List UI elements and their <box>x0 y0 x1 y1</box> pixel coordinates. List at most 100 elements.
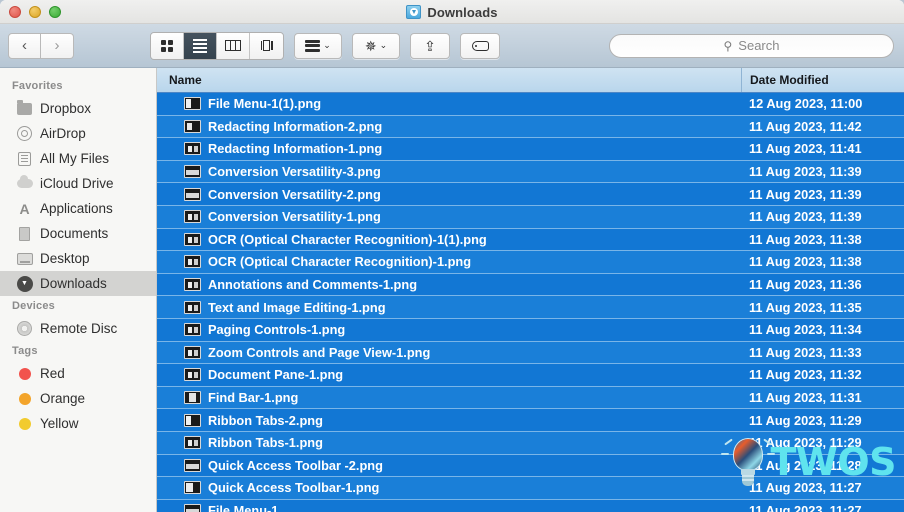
sidebar-item-downloads[interactable]: Downloads <box>0 271 156 296</box>
file-name-cell: Paging Controls-1.png <box>157 322 741 337</box>
file-name-label: Quick Access Toolbar -2.png <box>208 457 383 473</box>
chevron-down-icon: ⌄ <box>323 40 331 50</box>
file-thumbnail-icon <box>184 278 201 292</box>
table-row[interactable]: Redacting Information-1.png 11 Aug 2023, … <box>157 138 904 161</box>
downloads-folder-icon <box>406 5 422 19</box>
file-name-label: Document Pane-1.png <box>208 367 344 383</box>
table-row[interactable]: Text and Image Editing-1.png 11 Aug 2023,… <box>157 296 904 319</box>
sidebar-item-applications[interactable]: A Applications <box>0 196 156 221</box>
table-row[interactable]: Find Bar-1.png 11 Aug 2023, 11:31 <box>157 386 904 410</box>
table-row[interactable]: Conversion Versatility-1.png 11 Aug 2023,… <box>157 205 904 229</box>
table-row[interactable]: OCR (Optical Character Recognition)-1(1)… <box>157 228 904 252</box>
desktop-icon <box>16 251 33 266</box>
list-view-button[interactable] <box>184 32 217 59</box>
column-header-name[interactable]: Name <box>157 73 741 87</box>
table-row[interactable]: Conversion Versatility-3.png 11 Aug 2023,… <box>157 160 904 184</box>
search-field[interactable]: ⚲ Search <box>609 33 894 58</box>
file-date-cell: 11 Aug 2023, 11:41 <box>749 141 862 157</box>
file-date-cell: 11 Aug 2023, 11:38 <box>749 254 862 270</box>
file-name-label: Zoom Controls and Page View-1.png <box>208 344 431 360</box>
sidebar-item-label: Documents <box>40 226 109 241</box>
finder-window: Downloads ‹ › ⌄ ✵ ⌄ ⇪ ⚲ Search Favorites… <box>0 0 904 512</box>
table-row[interactable]: Document Pane-1.png 11 Aug 2023, 11:32 <box>157 364 904 387</box>
sidebar-item-yellow[interactable]: Yellow <box>0 411 156 436</box>
column-header-date-modified[interactable]: Date Modified <box>741 68 904 92</box>
gallery-view-button[interactable] <box>250 32 283 59</box>
file-date-cell: 11 Aug 2023, 11:32 <box>749 367 862 383</box>
arrange-button[interactable]: ⌄ <box>294 32 342 59</box>
gear-icon: ✵ <box>364 37 377 54</box>
sidebar-item-icloud-drive[interactable]: iCloud Drive <box>0 171 156 196</box>
file-date-cell: 11 Aug 2023, 11:29 <box>749 412 862 428</box>
sidebar-section-header: Tags <box>12 345 38 357</box>
file-name-label: Annotations and Comments-1.png <box>208 277 418 293</box>
sidebar-section-header: Favorites <box>12 80 63 92</box>
table-row[interactable]: Ribbon Tabs-2.png 11 Aug 2023, 11:29 <box>157 409 904 432</box>
file-name-cell: OCR (Optical Character Recognition)-1(1)… <box>157 232 741 247</box>
table-row[interactable]: Annotations and Comments-1.png 11 Aug 202… <box>157 273 904 297</box>
table-row[interactable]: Redacting Information-2.png 11 Aug 2023, … <box>157 115 904 139</box>
back-button[interactable]: ‹ <box>8 32 41 59</box>
file-name-cell: Conversion Versatility-1.png <box>157 209 741 224</box>
table-row[interactable]: Quick Access Toolbar-1.png 11 Aug 2023, 1… <box>157 477 904 500</box>
file-date-cell: 11 Aug 2023, 11:39 <box>749 209 862 225</box>
documents-icon <box>16 224 36 241</box>
sidebar-item-remote-disc[interactable]: Remote Disc <box>0 316 156 341</box>
sidebar-item-label: Downloads <box>40 276 107 291</box>
sidebar-item-all-my-files[interactable]: All My Files <box>0 146 156 171</box>
file-name-cell: Text and Image Editing-1.png <box>157 300 741 315</box>
table-row[interactable]: OCR (Optical Character Recognition)-1.pn… <box>157 251 904 274</box>
file-name-label: Conversion Versatility-3.png <box>208 164 381 180</box>
sidebar-item-label: Remote Disc <box>40 321 118 336</box>
file-date-cell: 11 Aug 2023, 11:39 <box>749 186 862 202</box>
file-name-cell: Annotations and Comments-1.png <box>157 277 741 292</box>
file-date-cell: 11 Aug 2023, 11:36 <box>749 277 862 293</box>
table-row[interactable]: Quick Access Toolbar -2.png 11 Aug 2023, … <box>157 454 904 478</box>
icon-view-button[interactable] <box>151 32 184 59</box>
file-name-cell: Zoom Controls and Page View-1.png <box>157 345 741 360</box>
sidebar-item-label: iCloud Drive <box>40 176 114 191</box>
close-button[interactable] <box>9 5 21 18</box>
file-list: Name Date Modified File Menu-1(1).png 12 … <box>157 68 904 512</box>
sidebar-item-label: Applications <box>40 201 113 216</box>
sidebar: Favorites Dropbox AirDrop All My Files iClou… <box>0 68 157 512</box>
table-row[interactable]: Ribbon Tabs-1.png 11 Aug 2023, 11:29 <box>157 431 904 455</box>
folder-icon <box>16 99 33 116</box>
sidebar-item-red[interactable]: Red <box>0 361 156 386</box>
action-button[interactable]: ✵ ⌄ <box>352 32 400 59</box>
table-row[interactable]: Conversion Versatility-2.png 11 Aug 2023,… <box>157 183 904 206</box>
table-row[interactable]: File Menu-1(1).png 12 Aug 2023, 11:00 <box>157 93 904 116</box>
navigation-buttons: ‹ › <box>8 32 74 59</box>
file-name-label: File Menu-1(1).png <box>208 96 322 112</box>
file-thumbnail-icon <box>184 119 201 133</box>
forward-button[interactable]: › <box>41 32 74 59</box>
sidebar-item-orange[interactable]: Orange <box>0 386 156 411</box>
sidebar-item-label: All My Files <box>40 151 110 166</box>
airdrop-icon <box>16 126 33 141</box>
sidebar-item-desktop[interactable]: Desktop <box>0 246 156 271</box>
table-row[interactable]: File Menu-1 11 Aug 2023, 11:27 <box>157 499 904 512</box>
sidebar-item-documents[interactable]: Documents <box>0 221 156 246</box>
file-date-cell: 12 Aug 2023, 11:00 <box>749 96 863 112</box>
file-name-label: Redacting Information-1.png <box>208 141 383 157</box>
minimize-button[interactable] <box>29 5 41 18</box>
sidebar-item-airdrop[interactable]: AirDrop <box>0 121 156 146</box>
file-date-cell: 11 Aug 2023, 11:35 <box>749 299 862 315</box>
file-name-label: OCR (Optical Character Recognition)-1.pn… <box>208 254 472 270</box>
file-name-label: Ribbon Tabs-2.png <box>208 412 323 428</box>
file-thumbnail-icon <box>184 345 201 359</box>
share-button[interactable]: ⇪ <box>410 32 450 59</box>
maximize-button[interactable] <box>49 5 61 18</box>
table-row[interactable]: Zoom Controls and Page View-1.png 11 Aug … <box>157 341 904 365</box>
file-name-cell: OCR (Optical Character Recognition)-1.pn… <box>157 254 741 269</box>
file-thumbnail-icon <box>184 503 201 512</box>
column-view-button[interactable] <box>217 32 250 59</box>
tag-button[interactable] <box>460 32 500 59</box>
file-date-cell: 11 Aug 2023, 11:33 <box>749 344 862 360</box>
columns-icon <box>225 40 241 51</box>
sidebar-item-dropbox[interactable]: Dropbox <box>0 96 156 121</box>
file-name-label: Paging Controls-1.png <box>208 322 346 338</box>
grid-icon <box>161 39 173 52</box>
table-row[interactable]: Paging Controls-1.png 11 Aug 2023, 11:34 <box>157 318 904 342</box>
file-thumbnail-icon <box>184 323 201 337</box>
